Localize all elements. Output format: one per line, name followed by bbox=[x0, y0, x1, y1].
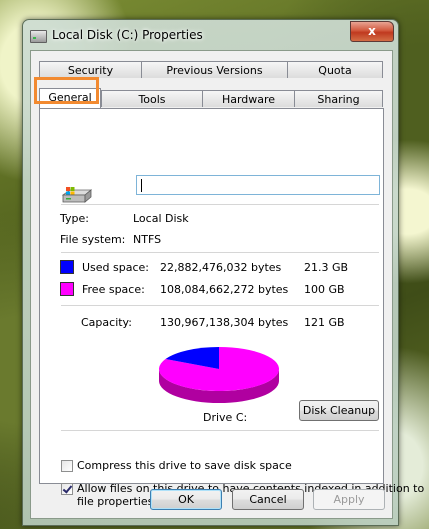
capacity-label: Capacity: bbox=[81, 316, 132, 329]
index-checkbox[interactable] bbox=[61, 483, 73, 495]
general-tab-panel: Type: Local Disk File system: NTFS Used … bbox=[39, 108, 424, 508]
disk-usage-pie-chart bbox=[159, 347, 279, 403]
compress-label[interactable]: Compress this drive to save disk space bbox=[77, 459, 292, 472]
type-value: Local Disk bbox=[133, 212, 189, 225]
tab-hardware[interactable]: Hardware bbox=[202, 90, 295, 107]
type-label: Type: bbox=[60, 212, 89, 225]
tab-security[interactable]: Security bbox=[39, 61, 142, 78]
apply-button[interactable]: Apply bbox=[313, 489, 385, 510]
used-space-label: Used space: bbox=[82, 261, 150, 274]
cancel-button[interactable]: Cancel bbox=[232, 489, 304, 510]
separator bbox=[61, 252, 379, 253]
disk-cleanup-button[interactable]: Disk Cleanup bbox=[299, 400, 379, 421]
text-caret bbox=[141, 179, 142, 192]
properties-window: Local Disk (C:) Properties x Security Pr… bbox=[22, 19, 424, 526]
drive-label: Drive C: bbox=[203, 411, 248, 424]
separator bbox=[61, 305, 379, 306]
compress-checkbox[interactable] bbox=[61, 460, 73, 472]
tab-previous-versions[interactable]: Previous Versions bbox=[141, 61, 288, 78]
hard-drive-icon bbox=[61, 187, 93, 203]
separator bbox=[61, 430, 379, 431]
ok-button[interactable]: OK bbox=[150, 489, 222, 510]
capacity-bytes: 130,967,138,304 bytes bbox=[160, 316, 289, 329]
separator bbox=[61, 204, 379, 205]
index-label-line2[interactable]: file properties bbox=[77, 495, 153, 508]
tab-quota[interactable]: Quota bbox=[287, 61, 383, 78]
free-space-swatch bbox=[60, 282, 74, 296]
title-bar[interactable]: Local Disk (C:) Properties x bbox=[23, 20, 398, 50]
file-system-value: NTFS bbox=[133, 233, 162, 246]
free-space-label: Free space: bbox=[82, 283, 145, 296]
drive-icon bbox=[30, 30, 47, 43]
capacity-gb: 121 GB bbox=[304, 316, 345, 329]
general-tab-highlight bbox=[34, 77, 99, 104]
used-space-gb: 21.3 GB bbox=[304, 261, 349, 274]
tab-tools[interactable]: Tools bbox=[101, 90, 203, 107]
tab-sharing[interactable]: Sharing bbox=[294, 90, 383, 107]
file-system-label: File system: bbox=[60, 233, 126, 246]
window-title: Local Disk (C:) Properties bbox=[52, 28, 203, 42]
close-button[interactable]: x bbox=[350, 21, 394, 42]
used-space-bytes: 22,882,476,032 bytes bbox=[160, 261, 282, 274]
drive-name-input[interactable] bbox=[136, 175, 380, 195]
free-space-bytes: 108,084,662,272 bytes bbox=[160, 283, 289, 296]
dialog-client: Security Previous Versions Quota General… bbox=[30, 50, 424, 519]
free-space-gb: 100 GB bbox=[304, 283, 345, 296]
used-space-swatch bbox=[60, 260, 74, 274]
